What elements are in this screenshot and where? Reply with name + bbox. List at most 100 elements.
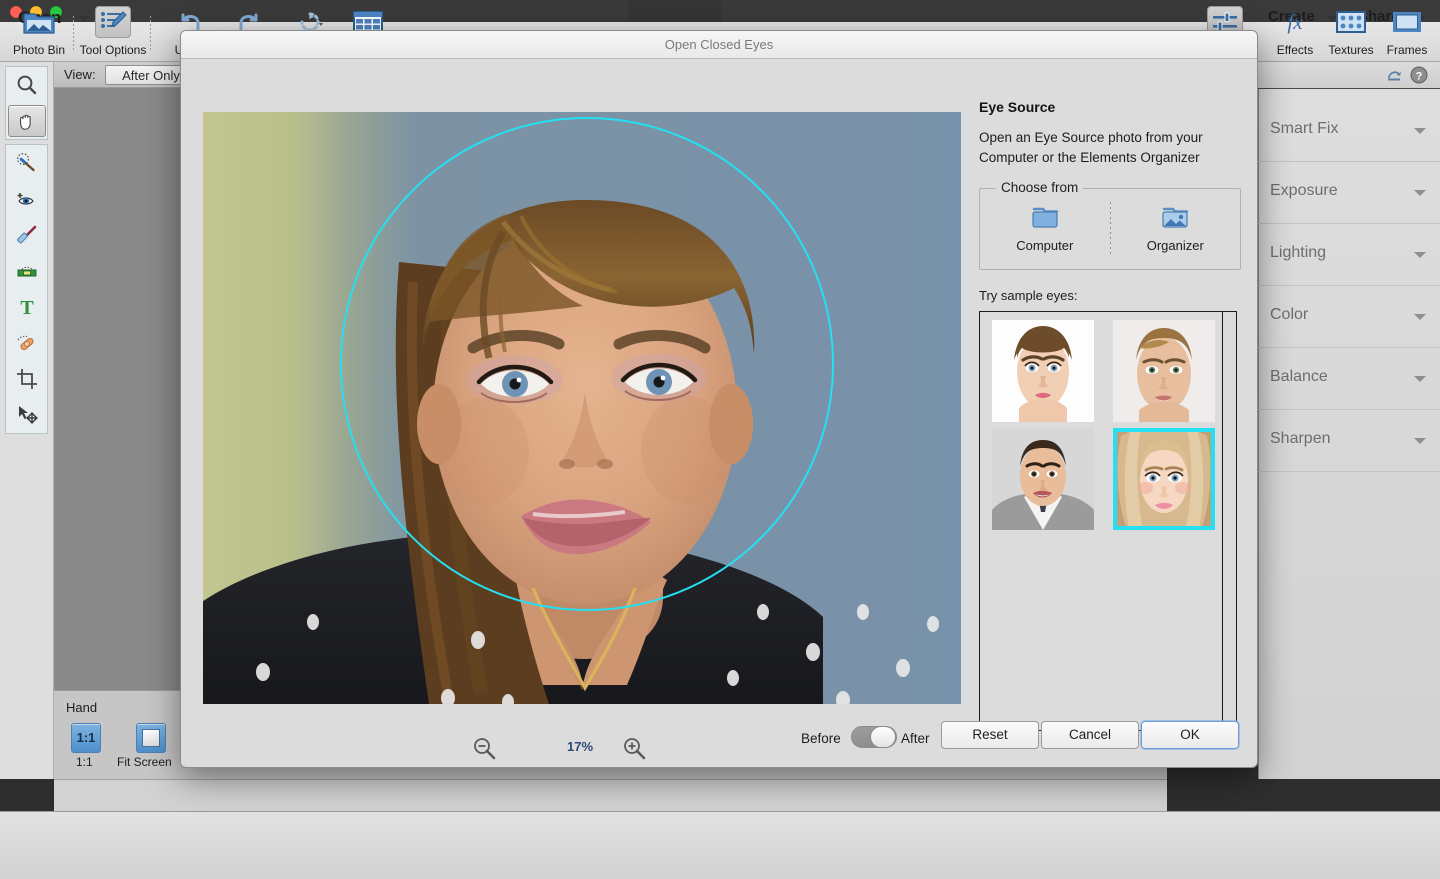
dialog-title: Open Closed Eyes: [181, 31, 1257, 59]
view-label: View:: [64, 67, 96, 82]
zoom-tool[interactable]: [6, 67, 48, 103]
application-window: Open Create Share: [0, 0, 1440, 879]
sample-eye-1[interactable]: [992, 320, 1094, 422]
samples-scrollbar[interactable]: [1222, 312, 1236, 730]
after-label: After: [901, 731, 930, 746]
tool-palette: T: [0, 62, 54, 779]
zoom-1to1-button[interactable]: 1:1: [71, 723, 101, 753]
folder-icon: [1029, 206, 1061, 232]
sample-thumb-image: [992, 320, 1094, 422]
bottom-taskbar: [0, 811, 1440, 879]
taskbar-label: Frames: [1387, 43, 1428, 57]
straighten-tool[interactable]: [6, 253, 48, 289]
choose-from-legend: Choose from: [996, 180, 1083, 195]
svg-text:T: T: [20, 297, 34, 319]
svg-text:fx: fx: [1287, 10, 1303, 34]
whiten-teeth-tool[interactable]: [6, 217, 48, 253]
edit-tool-group: T: [5, 144, 48, 434]
panel-item-label: Sharpen: [1270, 430, 1331, 448]
before-after-toggle[interactable]: [851, 726, 897, 748]
fit-screen-caption: Fit Screen: [117, 755, 172, 769]
text-t-icon: T: [15, 295, 39, 319]
taskbar-tool-options[interactable]: Tool Options: [76, 6, 150, 64]
status-strip: [54, 779, 1167, 811]
chevron-down-icon[interactable]: [1414, 252, 1426, 258]
taskbar-label: Textures: [1328, 43, 1373, 57]
taskbar-label: Tool Options: [80, 43, 147, 57]
ok-button[interactable]: OK: [1141, 721, 1239, 749]
panel-item-label: Balance: [1270, 368, 1328, 386]
before-label: Before: [801, 731, 841, 746]
choose-computer-button[interactable]: Computer: [980, 206, 1110, 253]
eye-plus-icon: [15, 187, 39, 211]
panel-item-label: Exposure: [1270, 182, 1338, 200]
sample-eye-3[interactable]: [992, 428, 1094, 530]
taskbar-label: Photo Bin: [13, 43, 65, 57]
textures-icon: [1336, 10, 1366, 34]
chevron-down-icon[interactable]: [1414, 190, 1426, 196]
panel-item-exposure[interactable]: Exposure: [1258, 162, 1440, 224]
sample-eye-4[interactable]: [1113, 428, 1215, 530]
choose-from-group: Choose from Computer: [979, 188, 1241, 270]
cancel-button[interactable]: Cancel: [1041, 721, 1139, 749]
red-eye-removal-tool[interactable]: [6, 181, 48, 217]
choose-organizer-button[interactable]: Organizer: [1111, 206, 1241, 253]
taskbar-frames[interactable]: Frames: [1370, 6, 1440, 64]
toggle-knob[interactable]: [870, 726, 896, 748]
panel-item-label: Lighting: [1270, 244, 1326, 262]
chevron-down-icon[interactable]: [1414, 314, 1426, 320]
samples-label: Try sample eyes:: [979, 288, 1241, 303]
hand-icon: [16, 110, 38, 132]
chevron-down-icon[interactable]: [1414, 376, 1426, 382]
taskbar-photo-bin[interactable]: Photo Bin: [2, 6, 76, 64]
eye-source-description: Open an Eye Source photo from your Compu…: [979, 128, 1241, 168]
taskbar-divider: [73, 16, 74, 52]
panel-item-balance[interactable]: Balance: [1258, 348, 1440, 410]
magic-wand-icon: [15, 151, 39, 175]
fx-icon: fx: [1280, 9, 1310, 35]
zoom-1to1-caption: 1:1: [76, 755, 93, 769]
panel-item-label: Smart Fix: [1270, 120, 1338, 138]
panel-item-sharpen[interactable]: Sharpen: [1258, 410, 1440, 472]
tool-options-title: Hand: [66, 700, 97, 715]
open-closed-eyes-dialog: Open Closed Eyes: [180, 30, 1258, 768]
quick-selection-tool[interactable]: [6, 145, 48, 181]
type-tool[interactable]: T: [6, 289, 48, 325]
choose-organizer-label: Organizer: [1147, 238, 1204, 253]
move-arrows-icon: [15, 403, 39, 427]
toothbrush-icon: [15, 223, 39, 247]
help-icon[interactable]: ?: [1410, 66, 1428, 84]
sample-eye-2[interactable]: [1113, 320, 1215, 422]
move-tool[interactable]: [6, 397, 48, 433]
chevron-down-icon[interactable]: [1414, 438, 1426, 444]
frame-icon: [1392, 10, 1422, 34]
sample-thumb-image: [992, 428, 1094, 530]
fit-screen-button[interactable]: [136, 723, 166, 753]
sample-eyes-list: [979, 311, 1237, 731]
choose-computer-label: Computer: [1016, 238, 1073, 253]
crop-icon: [15, 367, 39, 391]
level-icon: [15, 259, 39, 283]
magnifier-icon: [15, 73, 39, 97]
panel-item-color[interactable]: Color: [1258, 286, 1440, 348]
sample-thumb-image: [1113, 320, 1215, 422]
hand-tool[interactable]: [8, 105, 46, 137]
image-preview[interactable]: [203, 112, 961, 704]
bandage-icon: [15, 331, 39, 355]
chevron-down-icon[interactable]: [1414, 128, 1426, 134]
face-selection-circle[interactable]: [340, 117, 834, 611]
tool-options-icon: [99, 9, 127, 35]
panel-item-label: Color: [1270, 306, 1308, 324]
photo-bin-icon: [22, 8, 56, 36]
dialog-footer: Before After Reset Cancel OK: [181, 704, 1257, 768]
taskbar-divider: [150, 16, 151, 52]
spot-healing-tool[interactable]: [6, 325, 48, 361]
reset-icon[interactable]: [1385, 68, 1405, 84]
crop-tool[interactable]: [6, 361, 48, 397]
panel-item-lighting[interactable]: Lighting: [1258, 224, 1440, 286]
taskbar-label: Effects: [1277, 43, 1313, 57]
panel-item-smart-fix[interactable]: Smart Fix: [1258, 100, 1440, 162]
reset-button[interactable]: Reset: [941, 721, 1039, 749]
eye-source-heading: Eye Source: [979, 99, 1241, 115]
sample-thumb-image: [1113, 428, 1215, 530]
